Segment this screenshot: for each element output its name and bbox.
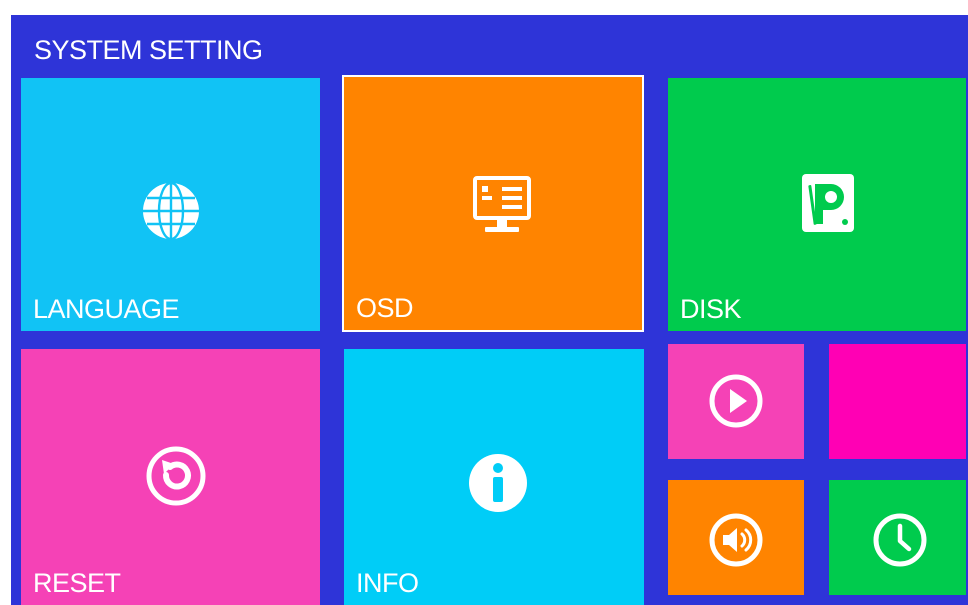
reset-label: RESET: [33, 568, 121, 598]
monitor-icon: [473, 176, 531, 232]
clock-icon: [873, 513, 927, 567]
info-icon: [469, 454, 527, 512]
language-tile[interactable]: LANGUAGE: [21, 78, 320, 331]
play-icon: [709, 374, 763, 428]
osd-label: OSD: [356, 293, 414, 323]
time-tile[interactable]: [829, 480, 966, 595]
disk-label: DISK: [680, 294, 742, 324]
info-tile[interactable]: INFO: [344, 349, 644, 605]
playback-tile[interactable]: [668, 344, 804, 459]
disk-tile[interactable]: DISK: [668, 78, 966, 331]
speaker-icon: [709, 513, 763, 567]
audio-tile[interactable]: [668, 480, 804, 595]
blank-tile[interactable]: [829, 344, 966, 459]
reset-icon: [146, 446, 206, 506]
language-label: LANGUAGE: [33, 294, 180, 324]
page-title: SYSTEM SETTING: [34, 35, 263, 65]
hard-disk-icon: [802, 174, 854, 232]
info-label: INFO: [356, 568, 419, 598]
reset-tile[interactable]: RESET: [21, 349, 320, 605]
system-setting-screen: SYSTEM SETTING LANGUAGE OSD DISK RESET I…: [11, 15, 968, 605]
globe-icon: [143, 181, 199, 241]
osd-tile[interactable]: OSD: [342, 75, 644, 332]
